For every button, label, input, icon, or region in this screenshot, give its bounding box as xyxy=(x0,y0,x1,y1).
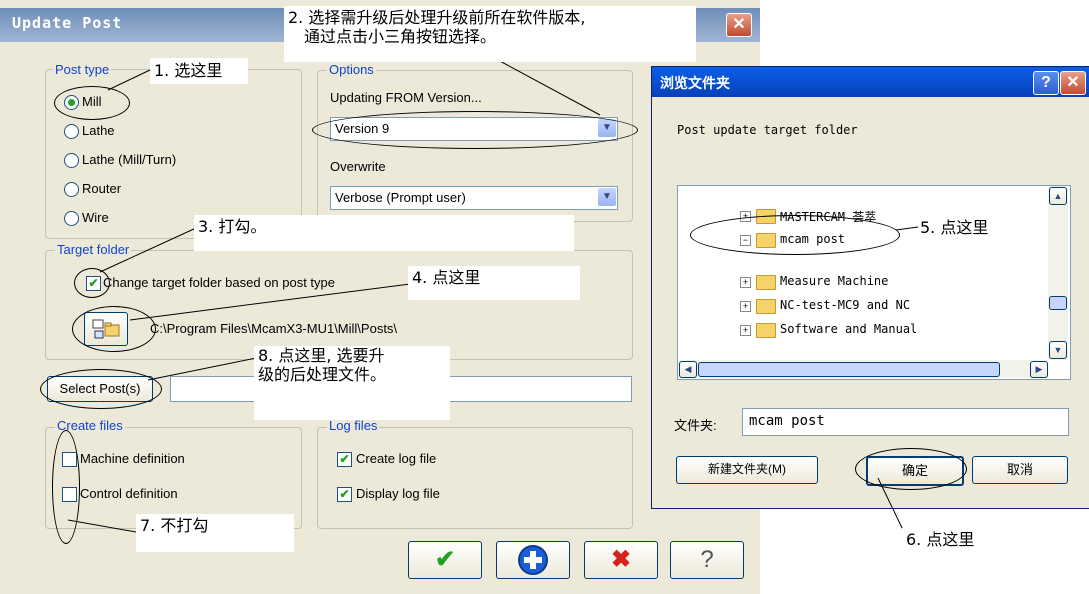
annotation-step2-line1: 2. 选择需升级后处理升级前所在软件版本, xyxy=(288,8,586,27)
annotation-step1: 1. 选这里 xyxy=(150,58,248,84)
annotation-step5: 5. 点这里 xyxy=(920,218,989,237)
annotation-step2-line2: 通过点击小三角按钮选择。 xyxy=(304,27,497,46)
annotation-step2: 2. 选择需升级后处理升级前所在软件版本, 通过点击小三角按钮选择。 xyxy=(284,6,696,62)
annotation-step6: 6. 点这里 xyxy=(902,528,1012,556)
annotation-step4: 4. 点这里 xyxy=(408,266,580,300)
annotation-step3: 3. 打勾。 xyxy=(194,215,574,251)
annotation-step8: 8. 点这里, 选要升 级的后处理文件。 xyxy=(254,346,450,420)
annotation-step7: 7. 不打勾 xyxy=(136,514,294,552)
annotation-step8-line2: 级的后处理文件。 xyxy=(258,365,387,384)
annotation-step8-line1: 8. 点这里, 选要升 xyxy=(258,346,385,365)
